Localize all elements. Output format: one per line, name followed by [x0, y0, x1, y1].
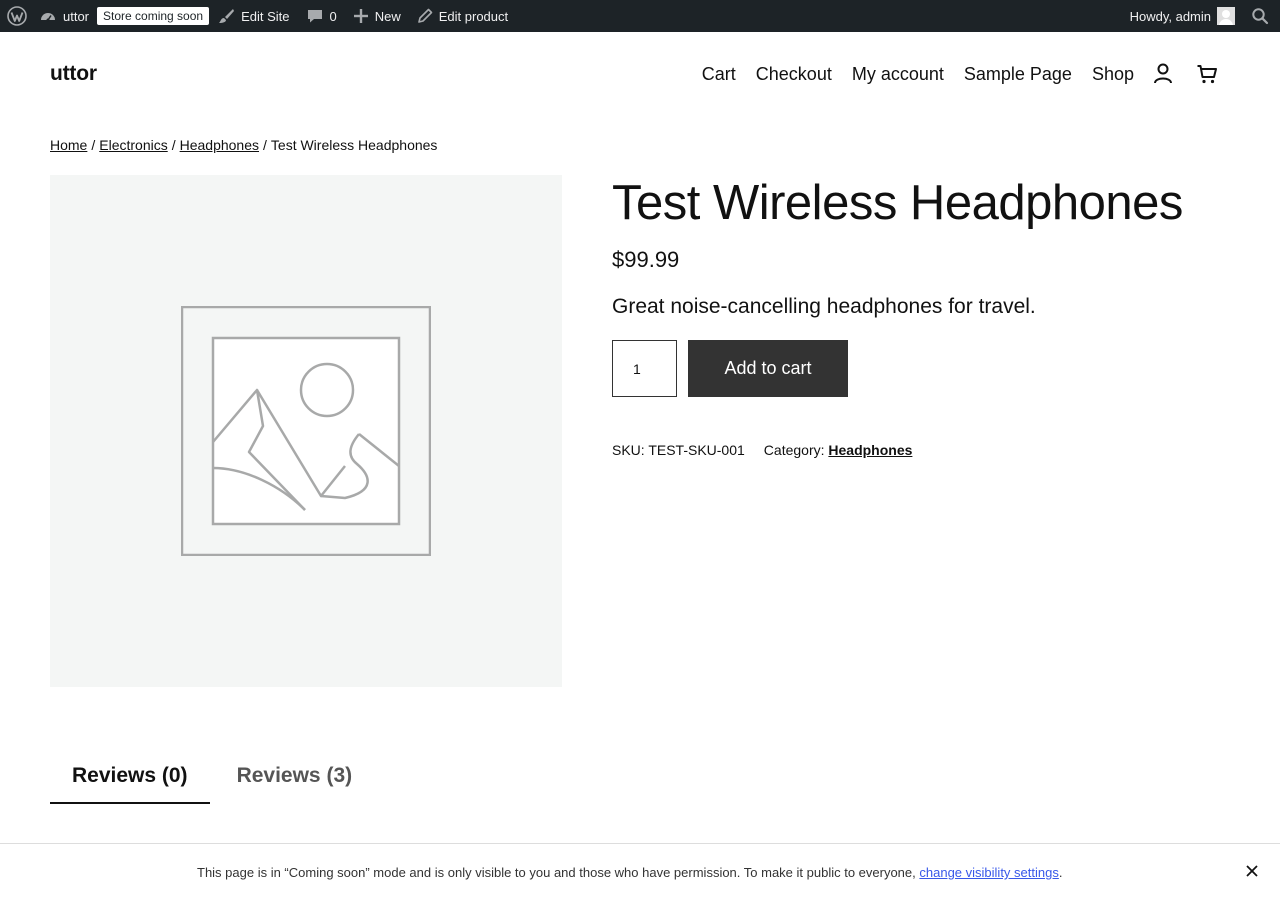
howdy-label: Howdy, admin — [1129, 8, 1211, 24]
breadcrumb-separator: / — [263, 137, 267, 153]
image-placeholder-icon — [181, 306, 431, 556]
product-price: $99.99 — [612, 247, 680, 272]
tab-reviews-3[interactable]: Reviews (3) — [215, 760, 375, 804]
category-meta: Category: Headphones — [764, 442, 913, 458]
new-content-link[interactable]: New — [345, 0, 409, 32]
product-summary: Test Wireless Headphones $99.99 Great no… — [612, 175, 1232, 458]
admin-site-name: uttor — [63, 8, 90, 24]
product-tabs: Reviews (0) Reviews (3) — [50, 760, 374, 804]
brush-icon — [217, 7, 235, 25]
account-icon[interactable] — [1152, 62, 1174, 86]
breadcrumb-home[interactable]: Home — [50, 137, 87, 153]
store-coming-soon-badge[interactable]: Store coming soon — [97, 7, 210, 25]
product-image[interactable] — [50, 175, 562, 687]
breadcrumb-separator: / — [91, 137, 96, 153]
breadcrumb-headphones[interactable]: Headphones — [180, 137, 259, 153]
main-navigation: Cart Checkout My account Sample Page Sho… — [682, 62, 1218, 86]
product-short-description: Great noise-cancelling headphones for tr… — [612, 295, 1036, 318]
avatar — [1217, 7, 1235, 25]
breadcrumb-electronics[interactable]: Electronics — [99, 137, 167, 153]
admin-search-button[interactable] — [1243, 0, 1280, 32]
sku-text: SKU: TEST-SKU-001 — [612, 442, 745, 458]
pencil-icon — [417, 8, 433, 24]
product-meta: SKU: TEST-SKU-001 Category: Headphones — [612, 442, 1232, 458]
change-visibility-link[interactable]: change visibility settings — [919, 865, 1058, 880]
cart-icon[interactable] — [1196, 63, 1218, 85]
search-icon — [1251, 7, 1269, 25]
notice-message: This page is in “Coming soon” mode and i… — [197, 865, 916, 880]
breadcrumb-current: Test Wireless Headphones — [270, 137, 438, 153]
edit-site-link[interactable]: Edit Site — [209, 0, 297, 32]
add-to-cart-button[interactable]: Add to cart — [688, 340, 848, 397]
add-to-cart-form: Add to cart — [612, 340, 1232, 397]
nav-item-cart[interactable]: Cart — [702, 64, 736, 85]
comments-link[interactable]: 0 — [298, 0, 345, 32]
edit-product-label: Edit product — [438, 8, 509, 24]
quantity-input[interactable] — [612, 340, 677, 397]
new-label: New — [374, 8, 401, 24]
edit-site-label: Edit Site — [241, 8, 290, 24]
wordpress-logo-icon[interactable] — [0, 0, 35, 32]
close-icon[interactable] — [1245, 864, 1259, 881]
notice-text: This page is in “Coming soon” mode and i… — [197, 865, 1062, 880]
category-link[interactable]: Headphones — [828, 442, 912, 458]
product-title: Test Wireless Headphones — [612, 176, 1183, 230]
my-account-menu[interactable]: Howdy, admin — [1122, 0, 1243, 32]
edit-product-link[interactable]: Edit product — [409, 0, 516, 32]
site-title[interactable]: uttor — [50, 62, 97, 86]
comments-count: 0 — [329, 8, 337, 24]
breadcrumb: Home / Electronics / Headphones / Test Wireles… — [50, 137, 437, 153]
nav-item-shop[interactable]: Shop — [1092, 64, 1134, 85]
dashboard-icon — [39, 7, 57, 25]
comment-icon — [306, 7, 324, 25]
tab-reviews-0[interactable]: Reviews (0) — [50, 760, 210, 804]
breadcrumb-separator: / — [171, 137, 176, 153]
admin-bar: uttor Store coming soon Edit Site 0 New … — [0, 0, 1280, 32]
plus-icon — [353, 8, 369, 24]
nav-item-checkout[interactable]: Checkout — [756, 64, 832, 85]
nav-item-sample-page[interactable]: Sample Page — [964, 64, 1072, 85]
notice-end: . — [1058, 865, 1063, 880]
coming-soon-notice: This page is in “Coming soon” mode and i… — [0, 843, 1280, 900]
admin-site-link[interactable]: uttor — [35, 0, 97, 32]
nav-item-my-account[interactable]: My account — [852, 64, 944, 85]
category-label: Category: — [763, 442, 825, 458]
